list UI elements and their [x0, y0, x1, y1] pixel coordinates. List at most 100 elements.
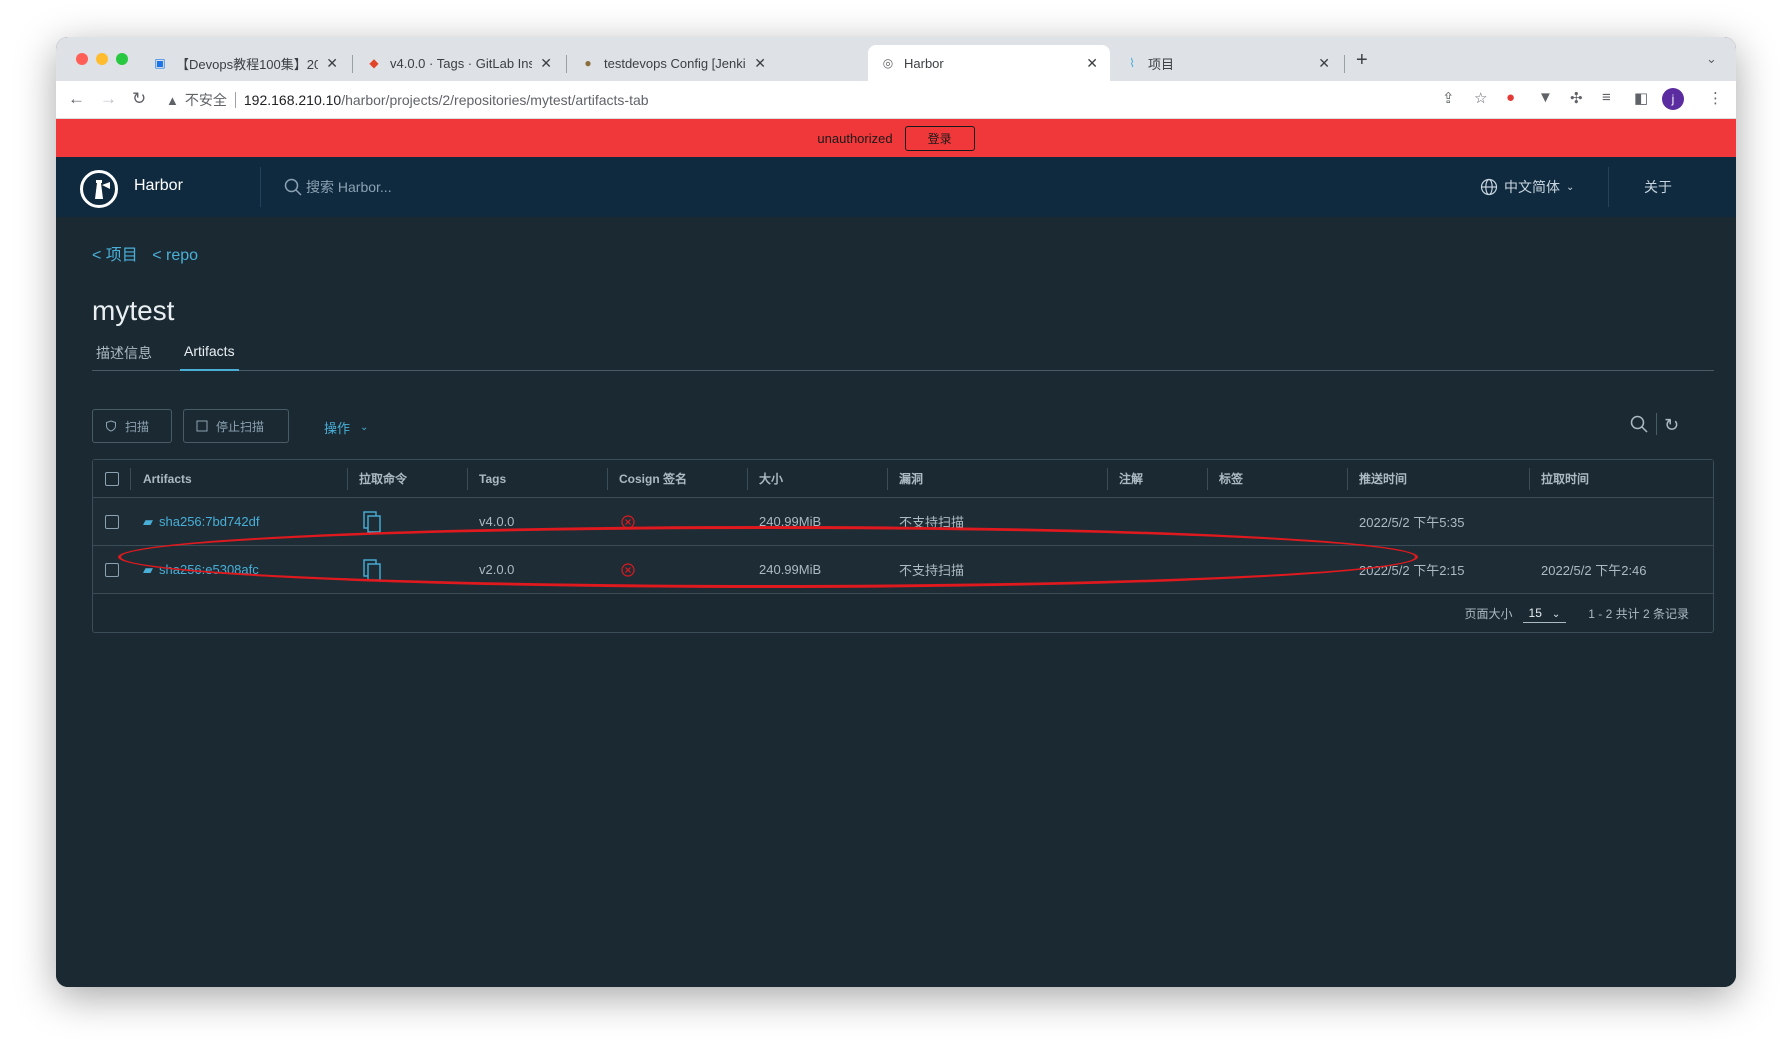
artifact-digest-link[interactable]: sha256:7bd742df	[159, 514, 259, 529]
unsigned-icon	[621, 498, 635, 545]
close-tab-icon[interactable]: ✕	[540, 55, 552, 72]
page-size-label: 页面大小	[1464, 606, 1513, 621]
close-tab-icon[interactable]: ✕	[1318, 55, 1330, 72]
bookmark-star-icon[interactable]: ☆	[1474, 89, 1487, 107]
breadcrumb-projects[interactable]: < 项目	[92, 247, 138, 264]
table-row[interactable]: ▰ sha256:7bd742df v4.0.0 240.99MiB 不支持扫描…	[93, 498, 1713, 546]
column-header-vulnerabilities[interactable]: 漏洞	[899, 460, 923, 497]
profile-avatar[interactable]: j	[1662, 88, 1684, 110]
page-size-select[interactable]: 15 ⌄	[1522, 604, 1567, 623]
stop-icon	[196, 420, 208, 432]
column-header-push-time[interactable]: 推送时间	[1359, 460, 1407, 497]
browser-tab-devops[interactable]: ▣ 【Devops教程100集】2022年B ✕	[140, 45, 350, 81]
about-link[interactable]: 关于	[1644, 177, 1672, 197]
row-checkbox[interactable]	[105, 498, 119, 545]
browser-toolbar: ← → ↻ ▲ 不安全 192.168.210.10/harbor/projec…	[56, 81, 1736, 119]
chevron-down-icon: ⌄	[1566, 181, 1575, 193]
docker-icon: ▰	[143, 561, 153, 577]
page-title: mytest	[92, 295, 175, 326]
gitlab-icon: ◆	[369, 56, 379, 70]
extensions-puzzle-icon[interactable]: ✣	[1570, 89, 1583, 107]
global-search[interactable]: 搜索 Harbor...	[284, 177, 392, 197]
login-button[interactable]: 登录	[904, 125, 975, 151]
brand-name[interactable]: Harbor	[134, 177, 183, 195]
harbor-header: Harbor 搜索 Harbor... 中文简体 ⌄ 关于	[56, 157, 1736, 217]
stop-scan-button[interactable]: 停止扫描	[183, 409, 289, 443]
column-header-labels[interactable]: 标签	[1219, 460, 1243, 497]
minimize-window-button[interactable]	[96, 53, 108, 65]
forward-button[interactable]: →	[100, 89, 117, 109]
chevron-down-icon: ⌄	[360, 422, 369, 433]
browser-window: ▣ 【Devops教程100集】2022年B ✕ ◆ v4.0.0 · Tags…	[56, 37, 1736, 987]
browser-tab-projects[interactable]: ⌇ 项目 ✕	[1112, 45, 1342, 81]
globe-icon	[1480, 178, 1498, 196]
warning-icon: ▲	[166, 92, 179, 108]
artifact-tag: v4.0.0	[479, 514, 515, 529]
artifact-pull-time: 2022/5/2 下午2:46	[1541, 563, 1647, 578]
artifact-push-time: 2022/5/2 下午2:15	[1359, 563, 1465, 578]
table-header: Artifacts 拉取命令 Tags Cosign 签名 大小 漏洞 注解 标…	[93, 460, 1713, 498]
breadcrumb: < 项目 < repo	[92, 241, 208, 265]
extension-red-icon[interactable]: ●	[1506, 89, 1515, 106]
unsigned-icon	[621, 546, 635, 593]
docker-icon: ▰	[143, 513, 153, 529]
tab-info[interactable]: 描述信息	[92, 343, 156, 371]
zoom-window-button[interactable]	[116, 53, 128, 65]
globe-icon: ◎	[882, 56, 894, 70]
artifact-digest-link[interactable]: sha256:e5308afc	[159, 562, 259, 577]
tab-search-chevron-icon[interactable]: ⌄	[1706, 51, 1717, 67]
table-footer: 页面大小 15 ⌄ 1 - 2 共计 2 条记录	[93, 594, 1713, 632]
artifact-vulnerability: 不支持扫描	[899, 515, 965, 530]
tab-artifacts[interactable]: Artifacts	[180, 343, 239, 371]
column-header-size[interactable]: 大小	[759, 460, 783, 497]
calendar-icon: ▣	[154, 56, 166, 70]
language-selector[interactable]: 中文简体 ⌄	[1480, 177, 1574, 197]
close-tab-icon[interactable]: ✕	[326, 55, 338, 72]
jenkins-icon: ●	[584, 56, 592, 70]
close-window-button[interactable]	[76, 53, 88, 65]
refresh-icon[interactable]: ↻	[1664, 415, 1679, 436]
column-header-tags[interactable]: Tags	[479, 460, 506, 497]
extension-v-icon[interactable]: ▼	[1538, 89, 1553, 106]
copy-pull-command-icon[interactable]	[363, 498, 381, 545]
operations-dropdown[interactable]: 操作 ⌄	[324, 418, 368, 437]
back-button[interactable]: ←	[68, 89, 85, 109]
column-header-cosign[interactable]: Cosign 签名	[619, 460, 687, 497]
share-icon[interactable]: ⇪	[1442, 89, 1455, 107]
chevron-down-icon: ⌄	[1551, 608, 1561, 620]
copy-pull-command-icon[interactable]	[363, 546, 381, 593]
select-all-checkbox[interactable]	[105, 460, 119, 497]
artifact-push-time: 2022/5/2 下午5:35	[1359, 515, 1465, 530]
tab-strip: ▣ 【Devops教程100集】2022年B ✕ ◆ v4.0.0 · Tags…	[56, 37, 1736, 81]
browser-tab-harbor[interactable]: ◎ Harbor ✕	[868, 45, 1110, 81]
browser-tab-gitlab[interactable]: ◆ v4.0.0 · Tags · GitLab Instance ✕	[354, 45, 564, 81]
harbor-logo-icon[interactable]	[80, 170, 118, 208]
reload-button[interactable]: ↻	[132, 89, 146, 109]
column-header-pull-time[interactable]: 拉取时间	[1541, 460, 1589, 497]
new-tab-button[interactable]: +	[1356, 49, 1368, 72]
pagination-summary: 1 - 2 共计 2 条记录	[1588, 606, 1689, 621]
close-tab-icon[interactable]: ✕	[754, 55, 766, 72]
column-header-pull-command[interactable]: 拉取命令	[359, 460, 407, 497]
column-header-annotations[interactable]: 注解	[1119, 460, 1143, 497]
harbor-tab-icon: ⌇	[1129, 56, 1135, 70]
search-icon	[284, 178, 302, 196]
column-header-artifacts[interactable]: Artifacts	[143, 460, 192, 497]
reading-list-icon[interactable]: ≡	[1602, 89, 1611, 106]
breadcrumb-repo[interactable]: < repo	[152, 247, 198, 264]
table-row[interactable]: ▰ sha256:e5308afc v2.0.0 240.99MiB 不支持扫描…	[93, 546, 1713, 594]
address-bar[interactable]: ▲ 不安全 192.168.210.10/harbor/projects/2/r…	[166, 86, 1426, 114]
scan-button[interactable]: 扫描	[92, 409, 172, 443]
artifact-tag: v2.0.0	[479, 562, 515, 577]
shield-icon	[105, 420, 117, 432]
side-panel-icon[interactable]: ◧	[1634, 89, 1648, 107]
unauthorized-banner: unauthorized 登录	[56, 119, 1736, 157]
close-tab-icon[interactable]: ✕	[1086, 55, 1098, 72]
browser-tab-jenkins[interactable]: ● testdevops Config [Jenkins] ✕	[568, 45, 778, 81]
more-menu-icon[interactable]: ⋮	[1708, 89, 1723, 107]
search-placeholder: 搜索 Harbor...	[306, 179, 392, 195]
filter-search-icon[interactable]	[1630, 415, 1648, 438]
artifact-size: 240.99MiB	[759, 562, 822, 577]
row-checkbox[interactable]	[105, 546, 119, 593]
artifact-size: 240.99MiB	[759, 514, 822, 529]
